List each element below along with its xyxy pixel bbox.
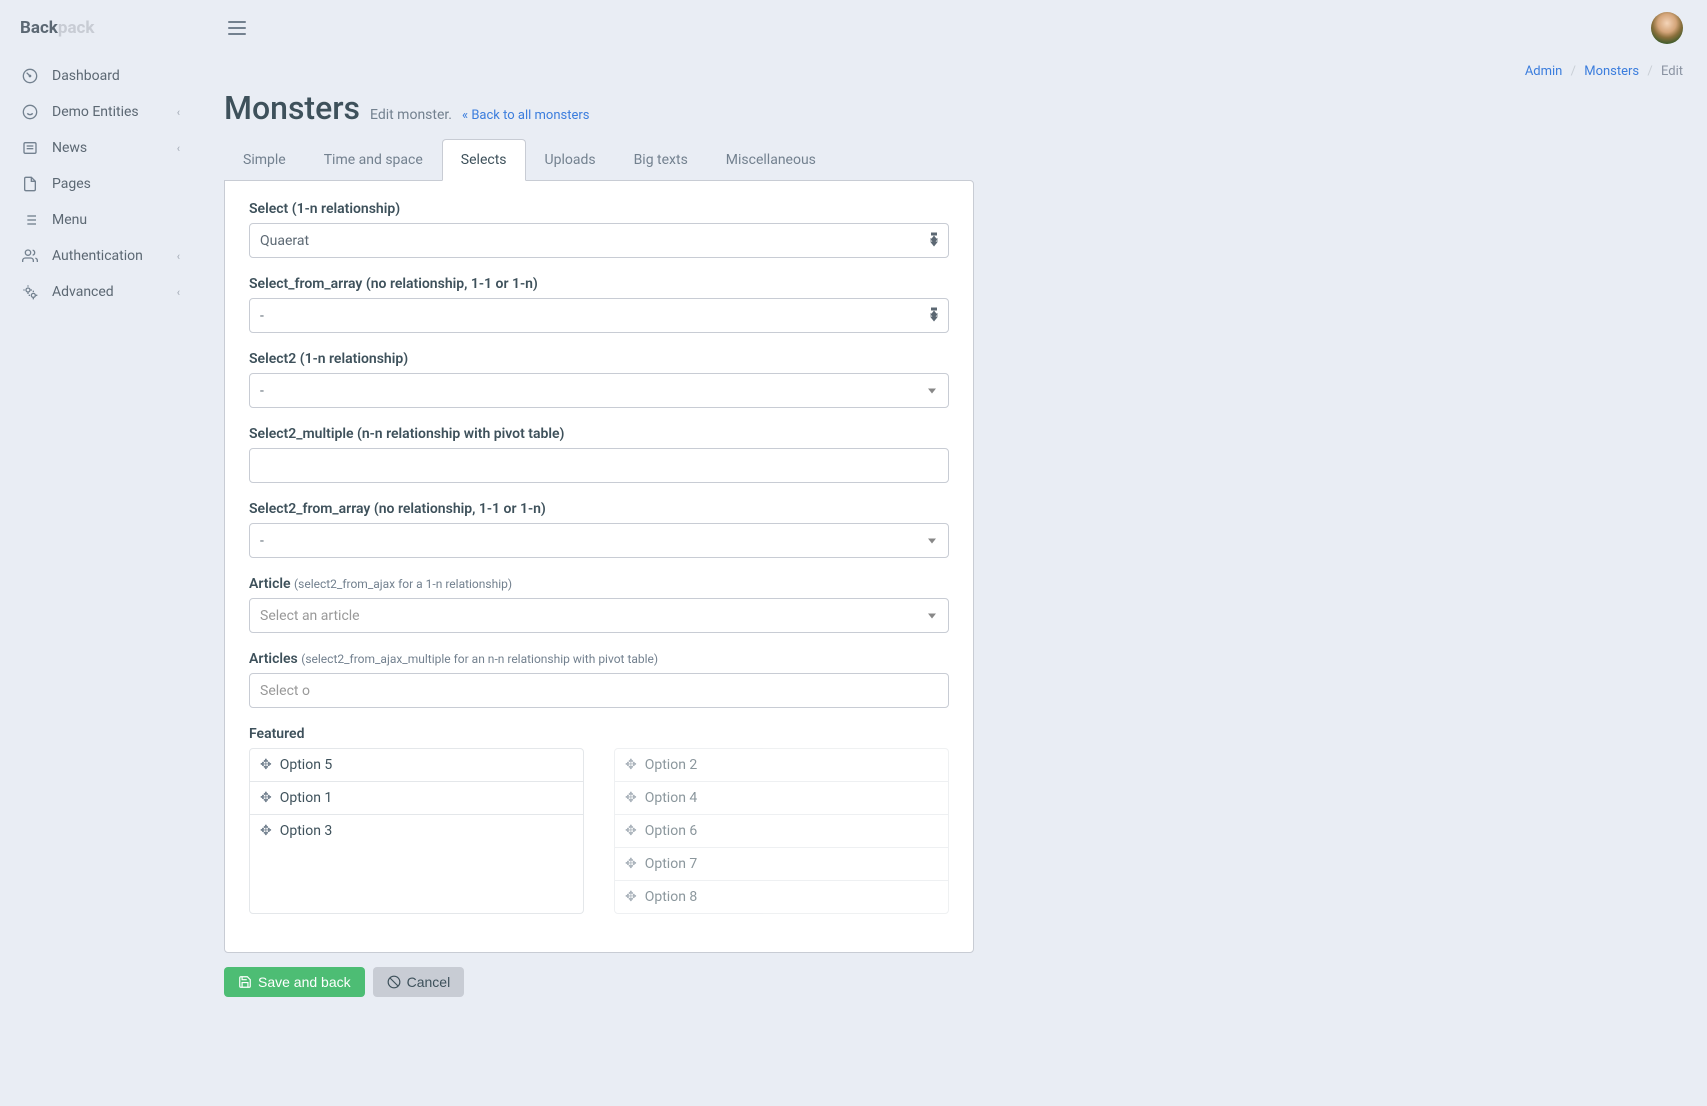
ban-icon: [387, 975, 401, 989]
featured-available-list: ✥ Option 2 ✥ Option 4 ✥ Option 6 ✥ Option 7 ✥ Opt…: [614, 748, 949, 914]
label-select2-from-array: Select2_from_array (no relationship, 1-1…: [249, 501, 949, 517]
sidebar-toggle[interactable]: [224, 17, 250, 39]
chevron-left-icon: ‹: [177, 142, 180, 155]
featured-option-label: Option 8: [645, 889, 698, 905]
tab-big-texts[interactable]: Big texts: [615, 139, 707, 181]
breadcrumb-current: Edit: [1661, 64, 1683, 79]
breadcrumb-monsters[interactable]: Monsters: [1584, 64, 1639, 79]
featured-option-label: Option 6: [645, 823, 698, 839]
select2-ajax-article[interactable]: Select an article: [249, 598, 949, 633]
sidebar-item-label: Menu: [52, 212, 87, 228]
featured-option[interactable]: ✥ Option 1: [250, 782, 583, 815]
featured-option-label: Option 7: [645, 856, 698, 872]
featured-option[interactable]: ✥ Option 3: [250, 815, 583, 847]
tab-uploads[interactable]: Uploads: [526, 139, 615, 181]
select2-ajax-articles[interactable]: Select o: [249, 673, 949, 708]
chevron-left-icon: ‹: [177, 286, 180, 299]
file-icon: [20, 176, 40, 192]
select-from-array[interactable]: -: [249, 298, 949, 333]
save-button[interactable]: Save and back: [224, 967, 365, 997]
save-icon: [238, 975, 252, 989]
move-icon: ✥: [625, 856, 637, 872]
label-select: Select (1-n relationship): [249, 201, 949, 217]
form-card: Select (1-n relationship) Quaerat Select…: [224, 180, 974, 953]
news-icon: [20, 140, 40, 156]
label-select2-multiple: Select2_multiple (n-n relationship with …: [249, 426, 949, 442]
select2-multiple[interactable]: [249, 448, 949, 483]
chevron-left-icon: ‹: [177, 106, 180, 119]
label-featured: Featured: [249, 726, 949, 742]
label-select-from-array: Select_from_array (no relationship, 1-1 …: [249, 276, 949, 292]
featured-option[interactable]: ✥ Option 4: [615, 782, 948, 815]
featured-option-label: Option 3: [280, 823, 333, 839]
select-relationship[interactable]: Quaerat: [249, 223, 949, 258]
sidebar-item-pages[interactable]: Pages: [0, 166, 200, 202]
move-icon: ✥: [260, 823, 272, 839]
sidebar-item-authentication[interactable]: Authentication ‹: [0, 238, 200, 274]
select2-from-array[interactable]: -: [249, 523, 949, 558]
page-subheading: Edit monster.: [370, 107, 452, 123]
featured-option[interactable]: ✥ Option 7: [615, 848, 948, 881]
sidebar-item-label: Demo Entities: [52, 104, 139, 120]
sidebar-item-label: Pages: [52, 176, 91, 192]
label-articles: Articles (select2_from_ajax_multiple for…: [249, 651, 949, 667]
tab-list: SimpleTime and spaceSelectsUploadsBig te…: [224, 139, 1683, 181]
featured-option[interactable]: ✥ Option 2: [615, 749, 948, 782]
featured-option-label: Option 2: [645, 757, 698, 773]
avatar[interactable]: [1651, 12, 1683, 44]
sidebar-item-dashboard[interactable]: Dashboard: [0, 58, 200, 94]
sidebar-item-label: Dashboard: [52, 68, 120, 84]
brand: Backpack: [0, 18, 200, 58]
sidebar-item-news[interactable]: News ‹: [0, 130, 200, 166]
dashboard-icon: [20, 68, 40, 84]
featured-option[interactable]: ✥ Option 5: [250, 749, 583, 782]
featured-option[interactable]: ✥ Option 6: [615, 815, 948, 848]
page-heading: Monsters: [224, 89, 360, 127]
featured-option[interactable]: ✥ Option 8: [615, 881, 948, 913]
sidebar-item-menu[interactable]: Menu: [0, 202, 200, 238]
sidebar-item-label: Authentication: [52, 248, 143, 264]
sidebar-item-demo-entities[interactable]: Demo Entities ‹: [0, 94, 200, 130]
tab-simple[interactable]: Simple: [224, 139, 305, 181]
sidebar: Backpack Dashboard Demo Entities ‹ News ‹ Pag…: [0, 0, 200, 1106]
sidebar-item-label: Advanced: [52, 284, 114, 300]
back-link[interactable]: « Back to all monsters: [462, 108, 589, 123]
list-icon: [20, 212, 40, 228]
move-icon: ✥: [625, 790, 637, 806]
select2-relationship[interactable]: -: [249, 373, 949, 408]
form-actions: Save and back Cancel: [224, 967, 974, 997]
users-icon: [20, 248, 40, 264]
sidebar-item-advanced[interactable]: Advanced ‹: [0, 274, 200, 310]
breadcrumb-admin[interactable]: Admin: [1525, 64, 1563, 79]
move-icon: ✥: [625, 823, 637, 839]
cancel-button[interactable]: Cancel: [373, 967, 465, 997]
chevron-left-icon: ‹: [177, 250, 180, 263]
breadcrumb: Admin / Monsters / Edit: [224, 56, 1683, 83]
sidebar-item-label: News: [52, 140, 87, 156]
cogs-icon: [20, 284, 40, 300]
move-icon: ✥: [625, 889, 637, 905]
featured-option-label: Option 1: [280, 790, 333, 806]
topbar: [224, 0, 1683, 56]
featured-option-label: Option 5: [280, 757, 333, 773]
main: Admin / Monsters / Edit Monsters Edit mo…: [200, 0, 1707, 1106]
tab-selects[interactable]: Selects: [442, 139, 526, 181]
move-icon: ✥: [260, 757, 272, 773]
label-article: Article (select2_from_ajax for a 1-n rel…: [249, 576, 949, 592]
tab-time-and-space[interactable]: Time and space: [305, 139, 442, 181]
featured-selected-list: ✥ Option 5 ✥ Option 1 ✥ Option 3: [249, 748, 584, 914]
move-icon: ✥: [625, 757, 637, 773]
label-select2: Select2 (1-n relationship): [249, 351, 949, 367]
move-icon: ✥: [260, 790, 272, 806]
smile-icon: [20, 104, 40, 120]
page-title: Monsters Edit monster. « Back to all mon…: [224, 89, 1683, 127]
featured-option-label: Option 4: [645, 790, 698, 806]
tab-miscellaneous[interactable]: Miscellaneous: [707, 139, 835, 181]
